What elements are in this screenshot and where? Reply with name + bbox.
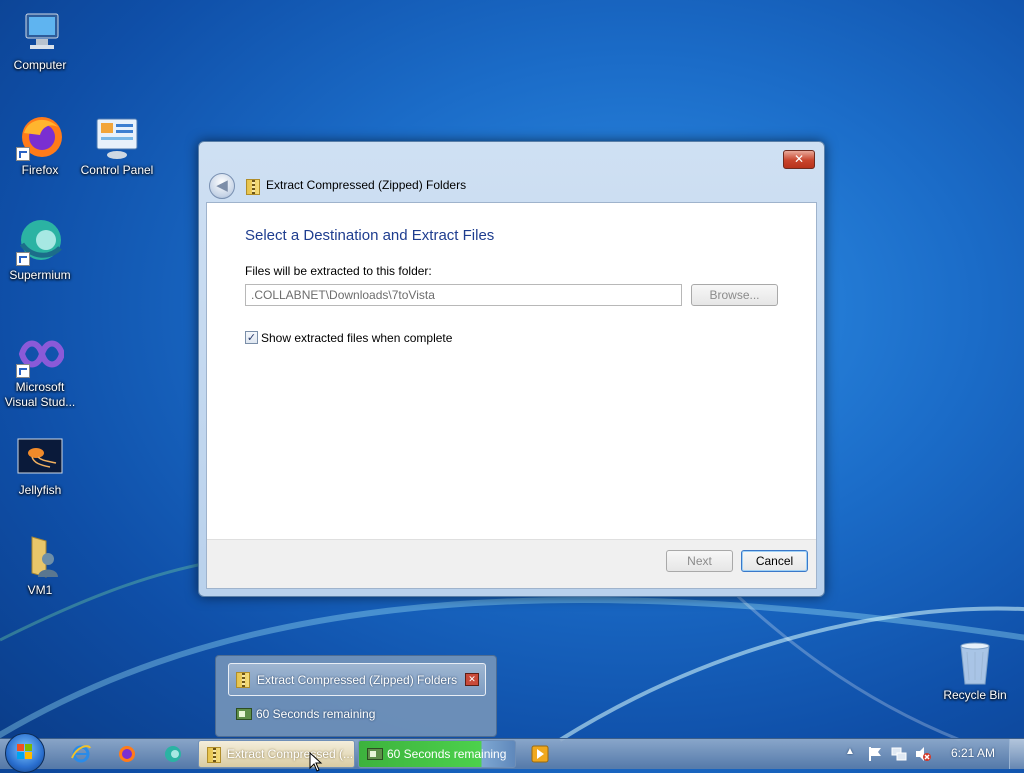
firefox-icon bbox=[16, 113, 64, 161]
popup-window-item[interactable]: Extract Compressed (Zipped) Folders ✕ bbox=[228, 663, 486, 696]
extract-wizard-window: ✕ ◀ Extract Compressed (Zipped) Folders … bbox=[198, 141, 825, 597]
desktop-icon-label: Recycle Bin bbox=[943, 688, 1007, 702]
desktop-icon-firefox[interactable]: Firefox bbox=[0, 113, 80, 178]
taskbar-timer-label: 60 Seconds remaining bbox=[387, 747, 507, 761]
supermium-taskbar-icon[interactable] bbox=[163, 744, 183, 764]
desktop-icon-label: Firefox bbox=[21, 163, 59, 177]
checkmark-icon: ✓ bbox=[246, 331, 257, 344]
taskbar-extract-label: Extract Compressed (... bbox=[227, 747, 354, 761]
clock[interactable]: 6:21 AM bbox=[951, 746, 995, 760]
desktop-icon-label: Microsoft Visual Stud... bbox=[4, 380, 76, 409]
zip-folder-icon bbox=[207, 747, 221, 763]
show-extracted-files-label[interactable]: Show extracted files when complete bbox=[261, 331, 452, 345]
desktop-icon-visual-studio[interactable]: Microsoft Visual Stud... bbox=[0, 330, 80, 410]
desktop-icon-vm1[interactable]: VM1 bbox=[0, 533, 80, 598]
window-close-button[interactable]: ✕ bbox=[783, 150, 815, 169]
firefox-taskbar-icon[interactable] bbox=[117, 744, 137, 764]
destination-path-input[interactable] bbox=[245, 284, 682, 306]
timer-window-icon bbox=[367, 748, 383, 760]
desktop-icon-label: VM1 bbox=[27, 583, 53, 597]
desktop-icon-label: Computer bbox=[13, 58, 67, 72]
popup-timer-text[interactable]: 60 Seconds remaining bbox=[256, 707, 375, 721]
desktop-icon-supermium[interactable]: Supermium bbox=[0, 218, 80, 283]
taskbar-timer-window-button[interactable]: 60 Seconds remaining bbox=[358, 740, 516, 768]
desktop-icon-control-panel[interactable]: Control Panel bbox=[77, 113, 157, 178]
volume-muted-icon[interactable] bbox=[915, 746, 931, 762]
desktop-icon-jellyfish[interactable]: Jellyfish bbox=[0, 433, 80, 498]
cancel-button[interactable]: Cancel bbox=[741, 550, 808, 572]
action-center-flag-icon[interactable] bbox=[867, 746, 883, 762]
desktop-icon-recycle-bin[interactable]: Recycle Bin bbox=[935, 638, 1015, 703]
desktop-icon-computer[interactable]: Computer bbox=[0, 8, 80, 73]
window-title: Extract Compressed (Zipped) Folders bbox=[266, 178, 467, 192]
visual-studio-icon bbox=[16, 330, 66, 378]
wizard-content: Select a Destination and Extract Files F… bbox=[206, 202, 817, 589]
network-icon[interactable] bbox=[891, 746, 907, 762]
supermium-icon bbox=[16, 218, 64, 266]
shortcut-arrow-icon bbox=[16, 252, 30, 266]
desktop-icon-label: Jellyfish bbox=[18, 483, 62, 497]
popup-window-title: Extract Compressed (Zipped) Folders bbox=[257, 673, 458, 687]
control-panel-icon bbox=[93, 113, 141, 161]
internet-explorer-icon[interactable] bbox=[71, 744, 91, 764]
shortcut-arrow-icon bbox=[16, 364, 30, 378]
taskbar-extract-window-button[interactable]: Extract Compressed (... bbox=[198, 740, 355, 768]
jellyfish-image-icon bbox=[16, 433, 64, 481]
browse-button[interactable]: Browse... bbox=[691, 284, 778, 306]
timer-window-icon bbox=[236, 708, 252, 720]
computer-icon bbox=[16, 8, 64, 56]
media-player-icon[interactable] bbox=[531, 745, 549, 763]
desktop-icon-label: Supermium bbox=[9, 268, 71, 282]
close-icon: ✕ bbox=[468, 675, 476, 685]
page-heading: Select a Destination and Extract Files bbox=[245, 227, 495, 244]
next-button[interactable]: Next bbox=[666, 550, 733, 572]
show-hidden-icons-chevron[interactable]: ▲ bbox=[845, 746, 855, 757]
wizard-footer: Next Cancel bbox=[207, 539, 816, 588]
zip-folder-icon bbox=[246, 179, 260, 195]
popup-close-button[interactable]: ✕ bbox=[465, 673, 479, 686]
destination-label: Files will be extracted to this folder: bbox=[245, 264, 432, 278]
user-folder-icon bbox=[16, 533, 64, 581]
back-arrow-icon: ◀ bbox=[216, 176, 228, 194]
start-button[interactable] bbox=[5, 733, 45, 773]
show-extracted-files-checkbox[interactable]: ✓ bbox=[245, 331, 258, 344]
zip-folder-icon bbox=[236, 672, 250, 688]
show-desktop-button[interactable] bbox=[1009, 739, 1024, 769]
recycle-bin-icon bbox=[951, 638, 999, 686]
taskbar: Extract Compressed (... 60 Seconds remai… bbox=[0, 733, 1024, 773]
windows-logo-icon bbox=[17, 744, 33, 760]
taskbar-thumbnail-popup: Extract Compressed (Zipped) Folders ✕ 60… bbox=[215, 655, 497, 737]
mouse-cursor-icon bbox=[309, 752, 323, 772]
shortcut-arrow-icon bbox=[16, 147, 30, 161]
desktop-icon-label: Control Panel bbox=[80, 163, 154, 177]
back-button[interactable]: ◀ bbox=[209, 173, 235, 199]
